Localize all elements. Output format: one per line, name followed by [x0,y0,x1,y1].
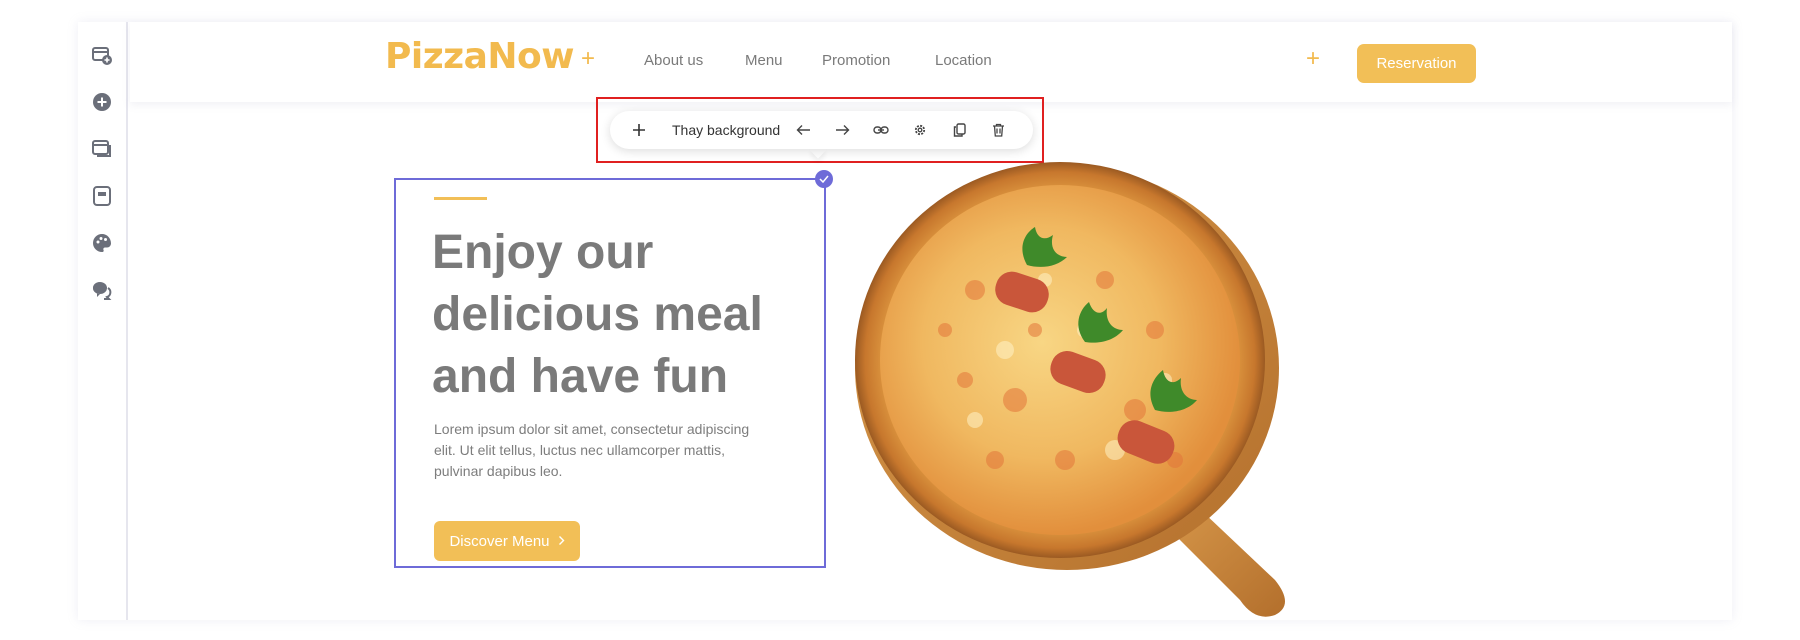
settings-icon[interactable] [908,111,932,149]
chevron-right-icon [558,533,565,550]
headline-accent-line [434,197,487,200]
nav-about-us[interactable]: About us [644,52,703,69]
selection-handle-check-icon[interactable] [815,170,833,188]
nav-promotion[interactable]: Promotion [822,52,890,69]
paragraph-line: elit. Ut elit tellus, luctus nec ullamco… [434,442,725,458]
pizza-image[interactable] [855,160,1365,620]
trash-icon[interactable] [986,111,1010,149]
add-element-icon[interactable] [91,91,113,113]
discover-menu-label: Discover Menu [449,532,550,550]
pages-icon[interactable] [91,138,113,160]
paragraph-line: Lorem ipsum dolor sit amet, consectetur … [434,421,750,437]
site-header: PizzaNow + About us Menu Promotion Locat… [130,22,1732,102]
site-logo[interactable]: PizzaNow [385,36,575,77]
palette-icon[interactable] [91,232,113,254]
editor-sidebar [78,22,128,620]
layout-icon[interactable] [91,185,113,207]
arrow-right-icon[interactable] [830,111,854,149]
hero-headline[interactable]: Enjoy our delicious meal and have fun [432,222,792,408]
link-icon[interactable] [869,111,893,149]
add-section-icon[interactable] [91,44,113,66]
change-background-label[interactable]: Thay background [672,111,780,149]
headline-line: delicious meal [432,288,763,341]
add-header-plus-icon[interactable]: + [1306,47,1320,71]
add-nav-plus-icon[interactable]: + [581,47,595,71]
hero-paragraph[interactable]: Lorem ipsum dolor sit amet, consectetur … [434,419,774,482]
headline-line: and have fun [432,350,729,403]
duplicate-icon[interactable] [947,111,971,149]
element-toolbar: Thay background [610,111,1033,149]
nav-menu[interactable]: Menu [745,52,783,69]
paragraph-line: pulvinar dapibus leo. [434,463,563,479]
discover-menu-button[interactable]: Discover Menu [434,521,580,561]
arrow-left-icon[interactable] [791,111,815,149]
headline-line: Enjoy our [432,226,654,279]
reservation-button[interactable]: Reservation [1357,44,1476,83]
plus-icon[interactable] [628,111,650,149]
nav-location[interactable]: Location [935,52,992,69]
comments-icon[interactable] [91,279,113,301]
